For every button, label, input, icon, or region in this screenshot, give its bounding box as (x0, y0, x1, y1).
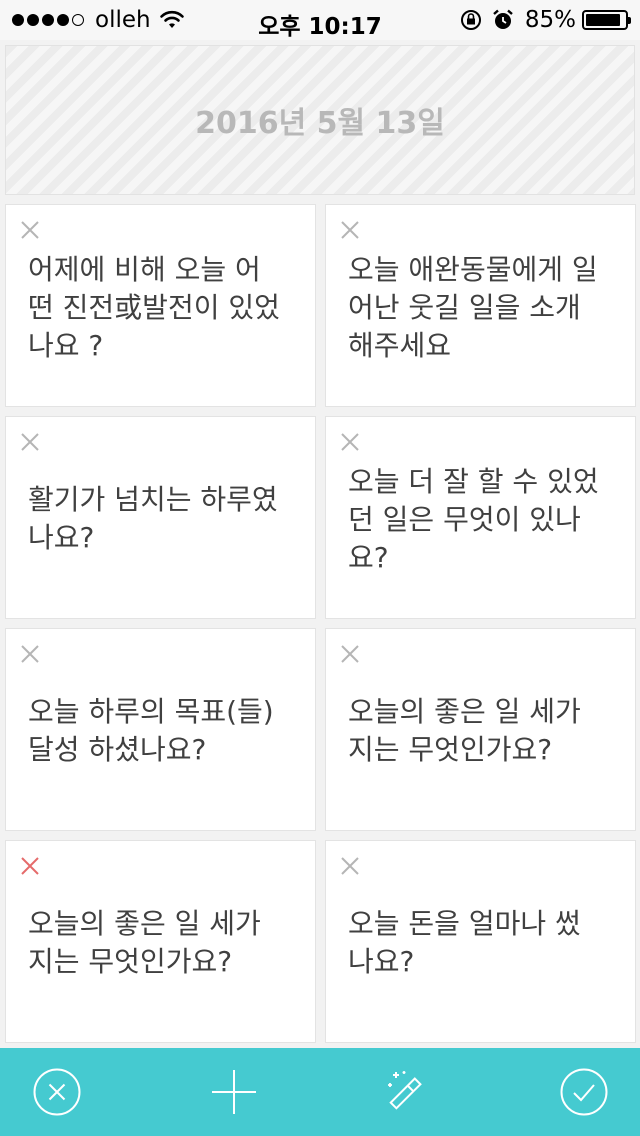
question-text: 어제에 비해 오늘 어 떤 진전或발전이 있었 나요 ? (28, 253, 280, 362)
question-card[interactable]: 오늘의 좋은 일 세가 지는 무엇인가요? (325, 628, 636, 831)
question-text: 오늘의 좋은 일 세가 지는 무엇인가요? (348, 695, 581, 766)
battery-icon (582, 10, 631, 30)
magic-wand-icon (388, 1071, 422, 1110)
question-card[interactable]: 활기가 넘치는 하루였 나요? (5, 416, 316, 619)
check-circle-icon (560, 1068, 608, 1116)
question-text: 오늘 더 잘 할 수 있었 던 일은 무엇이 있나 요? (348, 465, 599, 574)
question-card[interactable]: 오늘 돈을 얼마나 썼 나요? (325, 840, 636, 1043)
close-icon[interactable] (19, 643, 41, 665)
question-card[interactable]: 오늘의 좋은 일 세가 지는 무엇인가요? (5, 840, 316, 1043)
question-text: 활기가 넘치는 하루였 나요? (28, 483, 278, 554)
question-card[interactable]: 오늘 하루의 목표(들) 달성 하셨나요? (5, 628, 316, 831)
plus-icon (212, 1070, 256, 1114)
close-icon[interactable] (339, 219, 361, 241)
wifi-icon (159, 10, 184, 28)
close-icon-highlighted[interactable] (19, 855, 41, 877)
confirm-button[interactable] (557, 1065, 611, 1119)
close-icon[interactable] (339, 431, 361, 453)
close-icon[interactable] (19, 431, 41, 453)
signal-dots-icon (12, 14, 87, 26)
battery-percent: 85% (524, 7, 576, 33)
close-icon[interactable] (19, 219, 41, 241)
question-text: 오늘 애완동물에게 일 어난 웃길 일을 소개 해주세요 (348, 253, 598, 362)
bottom-toolbar (0, 1048, 640, 1136)
question-text: 오늘 돈을 얼마나 썼 나요? (348, 907, 581, 978)
question-card[interactable]: 오늘 애완동물에게 일 어난 웃길 일을 소개 해주세요 (325, 204, 636, 407)
cancel-button[interactable] (30, 1065, 84, 1119)
cancel-circle-icon (33, 1068, 81, 1116)
status-bar: olleh 오후 10:17 85% (0, 0, 640, 40)
rotation-lock-icon (460, 10, 481, 30)
date-label: 2016년 5월 13일 (195, 106, 445, 141)
carrier-label: olleh (95, 7, 151, 33)
date-header[interactable]: 2016년 5월 13일 (5, 45, 635, 195)
close-icon[interactable] (339, 855, 361, 877)
question-text: 오늘의 좋은 일 세가 지는 무엇인가요? (28, 907, 261, 978)
close-icon[interactable] (339, 643, 361, 665)
question-card[interactable]: 어제에 비해 오늘 어 떤 진전或발전이 있었 나요 ? (5, 204, 316, 407)
add-button[interactable] (207, 1065, 261, 1119)
question-card[interactable]: 오늘 더 잘 할 수 있었 던 일은 무엇이 있나 요? (325, 416, 636, 619)
question-text: 오늘 하루의 목표(들) 달성 하셨나요? (28, 695, 274, 766)
alarm-icon (493, 9, 513, 29)
magic-button[interactable] (380, 1065, 434, 1119)
